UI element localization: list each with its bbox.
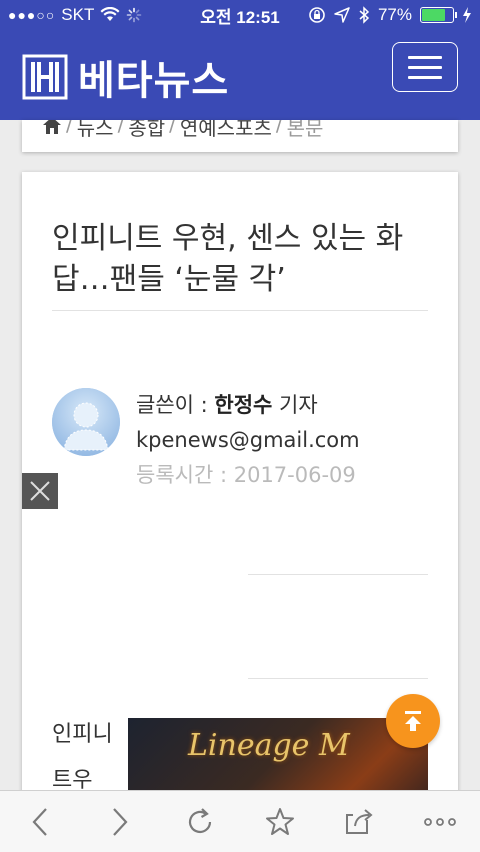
status-bar: ●●●○○ SKT 오전 12:51 77% <box>0 0 480 30</box>
divider <box>248 678 428 679</box>
arrow-up-to-top-icon <box>405 711 421 731</box>
breadcrumb-separator: / <box>117 120 125 136</box>
breadcrumb-card: / 뉴스 / 종합 / 연예스포츠 / 본문 <box>22 120 458 152</box>
breadcrumb-separator: / <box>66 120 73 136</box>
close-ad-button[interactable] <box>22 473 58 509</box>
breadcrumb-item-entertainment-sports[interactable]: 연예스포츠 <box>180 120 272 141</box>
signal-strength: ●●●○○ <box>8 7 56 23</box>
reload-button[interactable] <box>175 797 225 847</box>
title-divider <box>52 310 428 311</box>
bookmark-star-icon <box>266 807 294 835</box>
close-icon <box>30 481 50 501</box>
loading-spinner-icon <box>127 7 142 23</box>
breadcrumb-separator: / <box>169 120 176 136</box>
date-label: 등록시간 : <box>136 463 234 487</box>
bookmark-button[interactable] <box>255 797 305 847</box>
battery-percentage: 77% <box>377 5 412 24</box>
divider <box>248 574 428 575</box>
wifi-icon <box>100 7 120 21</box>
author-info: 글쓴이 : 한정수 기자 kpenews@gmail.com 등록시간 : 20… <box>136 388 360 493</box>
more-button[interactable] <box>415 797 465 847</box>
forward-button[interactable] <box>95 797 145 847</box>
back-icon <box>32 807 47 836</box>
forward-icon <box>113 807 128 836</box>
back-button[interactable] <box>15 797 65 847</box>
breadcrumb-separator: / <box>275 120 283 136</box>
menu-line <box>408 75 442 79</box>
author-name: 한정수 <box>214 393 273 417</box>
share-button[interactable] <box>335 797 385 847</box>
author-avatar <box>52 388 120 456</box>
breadcrumb: / 뉴스 / 종합 / 연예스포츠 / 본문 <box>42 120 323 141</box>
reload-icon <box>188 807 212 833</box>
article-title: 인피니트 우현, 센스 있는 화답…팬들 ‘눈물 각’ <box>52 221 404 297</box>
hangul-h-logo-icon <box>22 54 68 100</box>
breadcrumb-item-news[interactable]: 뉴스 <box>77 120 114 141</box>
author-email[interactable]: kpenews@gmail.com <box>136 423 360 458</box>
carrier-name: SKT <box>61 5 95 24</box>
menu-line <box>408 55 442 59</box>
default-user-avatar-icon <box>52 388 120 456</box>
browser-toolbar <box>0 790 480 852</box>
author-title: 기자 <box>272 393 318 417</box>
site-logo[interactable]: 베타뉴스 <box>22 48 229 106</box>
battery-icon <box>420 7 457 23</box>
author-line: 글쓴이 : 한정수 기자 <box>136 388 360 423</box>
battery-fill <box>422 9 446 21</box>
share-icon <box>346 808 373 834</box>
menu-line <box>408 65 442 69</box>
home-icon[interactable] <box>42 120 62 137</box>
rotation-lock-icon <box>309 7 325 23</box>
scroll-to-top-button[interactable] <box>386 694 440 748</box>
location-arrow-icon <box>334 7 350 23</box>
breadcrumb-item-current: 본문 <box>286 120 324 140</box>
bluetooth-icon <box>359 6 370 24</box>
charging-bolt-icon <box>463 7 471 23</box>
more-icon <box>424 817 456 826</box>
hamburger-menu-button[interactable] <box>392 42 458 92</box>
site-logo-text: 베타뉴스 <box>78 58 230 104</box>
site-header: 베타뉴스 <box>0 30 480 120</box>
publish-date-line: 등록시간 : 2017-06-09 <box>136 458 360 493</box>
ad-logo-text: Lineage M <box>188 728 350 763</box>
breadcrumb-item-general[interactable]: 종합 <box>128 120 165 141</box>
author-label: 글쓴이 : <box>136 393 215 417</box>
publish-date: 2017-06-09 <box>233 463 356 487</box>
